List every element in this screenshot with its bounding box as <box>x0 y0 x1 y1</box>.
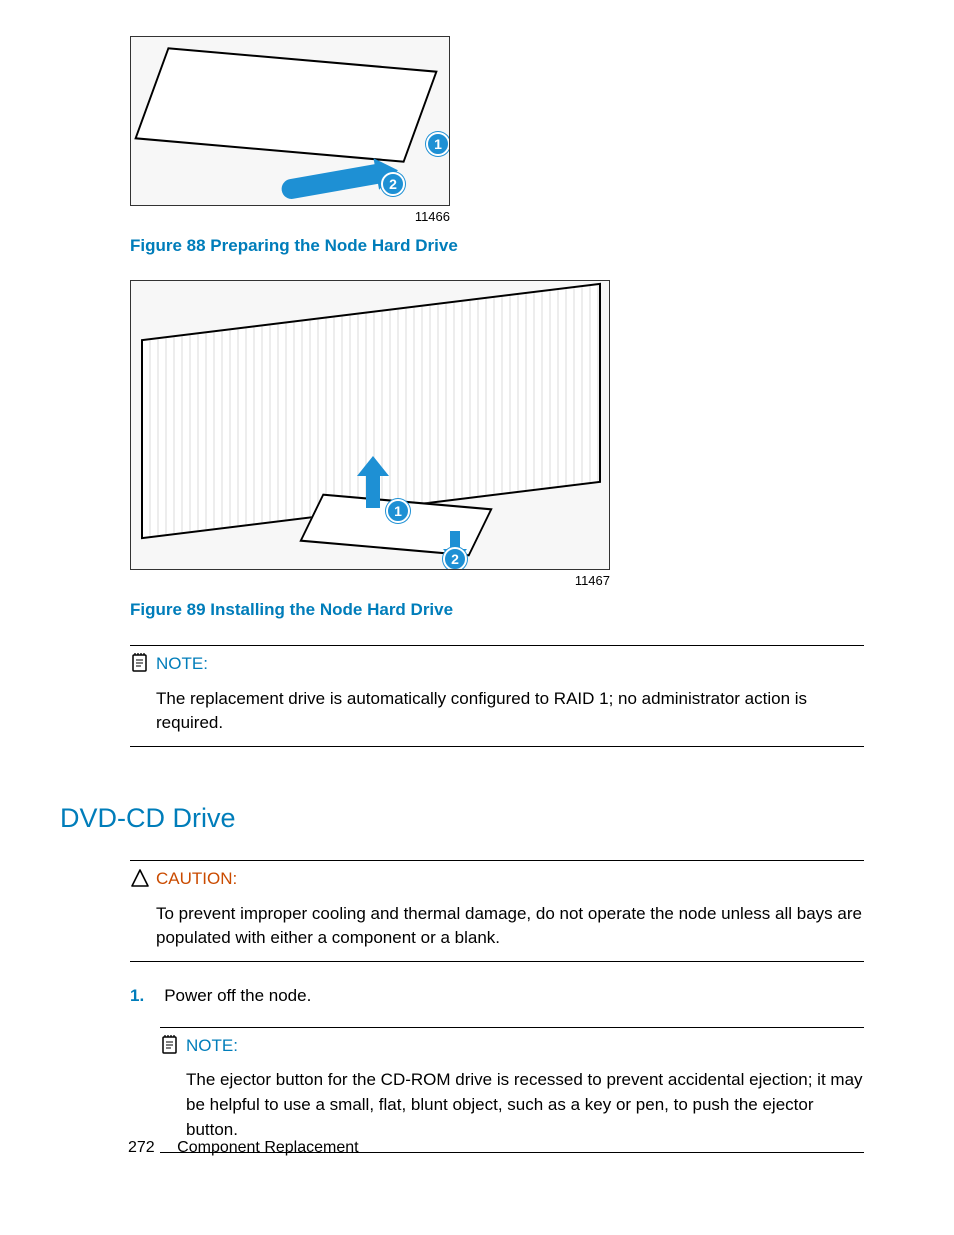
note-body: The replacement drive is automatically c… <box>130 683 864 746</box>
section-heading-dvd-cd-drive: DVD-CD Drive <box>60 799 864 838</box>
figure-89-diagram: 1 2 <box>130 280 610 570</box>
figure-88-block: 1 2 11466 Figure 88 Preparing the Node H… <box>130 36 864 258</box>
footer-section: Component Replacement <box>177 1139 358 1156</box>
callout-1-icon: 1 <box>426 132 450 156</box>
note-block-1: NOTE: The replacement drive is automatic… <box>130 645 864 747</box>
callout-2-icon: 2 <box>381 172 405 196</box>
caution-body: To prevent improper cooling and thermal … <box>130 898 864 961</box>
figure-88-diagram: 1 2 <box>130 36 450 206</box>
figure-88-id: 11466 <box>130 208 450 227</box>
callout-2-icon: 2 <box>443 547 467 570</box>
figure-88-caption: Figure 88 Preparing the Node Hard Drive <box>130 234 864 259</box>
figure-89-id: 11467 <box>130 572 610 591</box>
step-1-text: Power off the node. <box>164 984 311 1009</box>
page-number: 272 <box>128 1136 155 1159</box>
caution-block: CAUTION: To prevent improper cooling and… <box>130 860 864 962</box>
note-title: NOTE: <box>156 652 208 677</box>
caution-icon <box>130 867 156 896</box>
note-icon <box>130 652 156 681</box>
note-title: NOTE: <box>186 1034 238 1059</box>
figure-89-block: 1 2 11467 Figure 89 Installing the Node … <box>130 280 864 622</box>
page-footer: 272 Component Replacement <box>128 1136 359 1159</box>
caution-title: CAUTION: <box>156 867 237 892</box>
note-icon <box>160 1034 186 1063</box>
step-1: 1. Power off the node. <box>130 984 864 1009</box>
step-1-number: 1. <box>130 984 144 1009</box>
figure-89-caption: Figure 89 Installing the Node Hard Drive <box>130 598 864 623</box>
note-block-2: NOTE: The ejector button for the CD-ROM … <box>160 1027 864 1154</box>
